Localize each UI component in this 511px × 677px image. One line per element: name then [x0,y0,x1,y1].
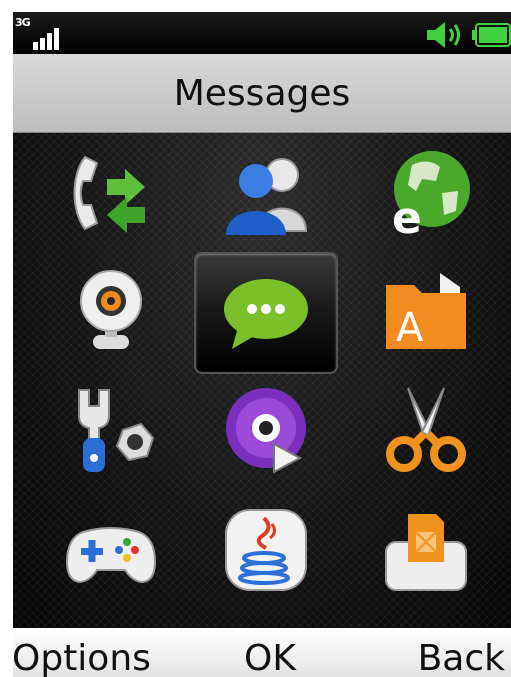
sim-toolkit-icon [385,514,467,591]
menu-item-java[interactable] [196,491,336,609]
menu-item-messages[interactable] [194,252,338,374]
java-icon [225,509,307,591]
settings-icon [78,389,155,472]
call-log-icon [73,155,145,233]
options-softkey[interactable]: Options [13,638,151,677]
menu-item-browser[interactable]: e [356,134,496,252]
webcam-icon [80,270,142,349]
tools-icon [386,387,466,472]
signal-bars-icon [33,26,65,50]
battery-icon [472,23,511,47]
messages-icon [224,279,308,349]
menu-item-settings[interactable] [41,371,181,489]
menu-item-files[interactable]: A [356,252,496,370]
menu-item-media-player[interactable] [196,371,336,489]
menu-item-tools[interactable] [356,371,496,489]
back-softkey[interactable]: Back [418,638,505,677]
browser-icon: e [392,151,470,241]
page-title: Messages [13,54,511,133]
menu-item-webcam[interactable] [41,252,181,370]
contacts-icon [226,158,308,235]
ok-softkey[interactable]: OK [244,638,296,677]
svg-text:e: e [392,193,422,241]
games-icon [65,527,157,584]
network-type: 3G [15,16,31,29]
menu-item-contacts[interactable] [196,134,336,252]
status-bar: 3G [13,12,511,54]
phone-screen: 3G Messages e A Options OK Back [13,12,511,677]
menu-item-call-log[interactable] [41,134,181,252]
menu-item-sim-toolkit[interactable] [356,491,496,609]
speaker-icon [427,22,460,48]
softkey-bar: Options OK Back [13,628,511,677]
media-player-icon [226,388,306,474]
menu-item-games[interactable] [41,491,181,609]
svg-text:A: A [396,305,424,351]
menu-grid: e A [13,133,511,628]
files-icon: A [386,273,466,351]
